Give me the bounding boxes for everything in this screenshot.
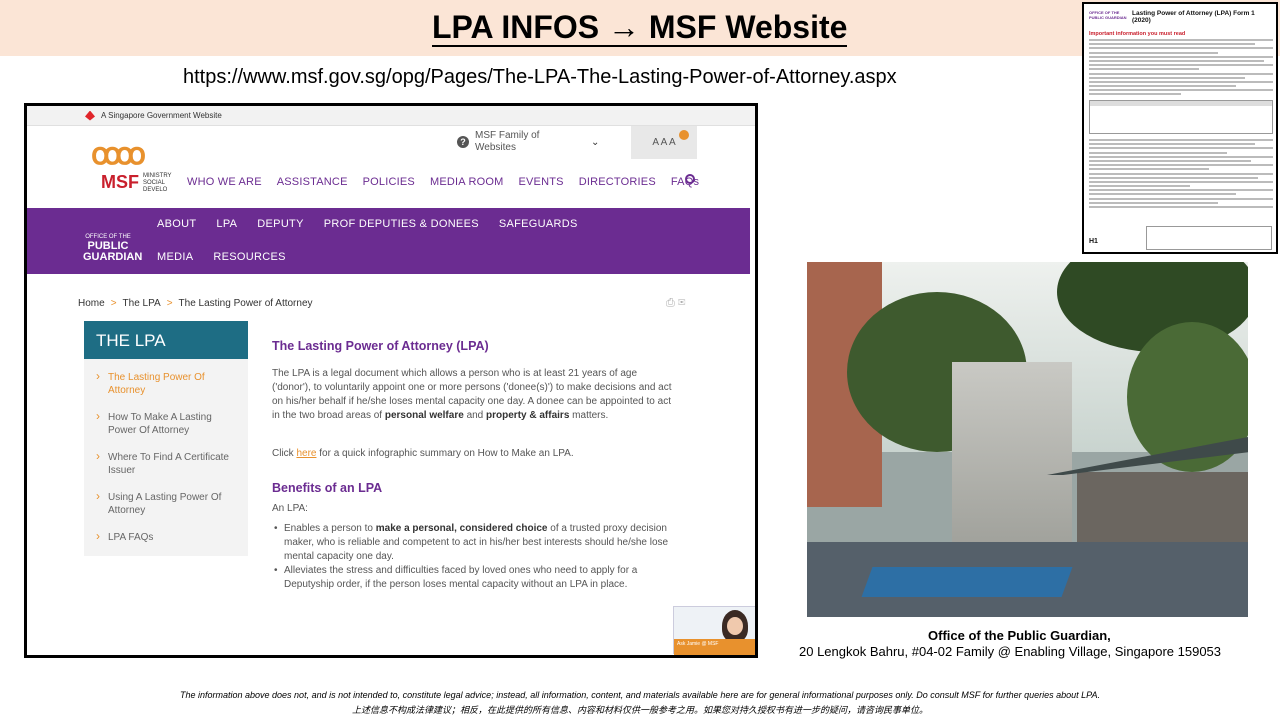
msf-logo-subtext: MINISTRY SOCIAL DEVELO (143, 173, 172, 193)
form-important-heading: Important information you must read (1089, 31, 1186, 37)
subnav-item[interactable]: PROF DEPUTIES & DONEES (324, 218, 479, 230)
email-icon[interactable]: ✉ (678, 297, 686, 309)
opg-logo-big: PUBLIC GUARDIAN (83, 240, 143, 263)
subnav-item[interactable]: RESOURCES (213, 251, 285, 263)
main-nav: WHO WE ARE ASSISTANCE POLICIES MEDIA ROO… (187, 176, 714, 188)
sidebar-item-lasting-power[interactable]: The Lasting Power Of Attorney (96, 370, 242, 397)
sidebar-item-how-to-make[interactable]: How To Make A Lasting Power Of Attorney (96, 410, 242, 437)
benefit-item: Enables a person to make a personal, con… (272, 522, 672, 564)
gov-banner-text: A Singapore Government Website (101, 111, 222, 120)
nav-item[interactable]: DIRECTORIES (579, 176, 656, 188)
slide-title: LPA INFOS → MSF Website (432, 9, 848, 47)
form-signature-box (1146, 226, 1272, 250)
intro-bold-2: property & affairs (486, 410, 570, 421)
sidebar-item-using-lpa[interactable]: Using A Lasting Power Of Attorney (96, 490, 242, 517)
lion-head-icon (85, 110, 95, 121)
click-rest: for a quick infographic summary on How t… (319, 448, 574, 459)
benefit-item: Alleviates the stress and difficulties f… (272, 564, 672, 592)
nav-item[interactable]: POLICIES (363, 176, 415, 188)
breadcrumb: Home > The LPA > The Lasting Power of Attorn… (78, 298, 313, 309)
benefits-list: Enables a person to make a personal, con… (272, 522, 672, 592)
msf-logo[interactable]: ꝏꝏ MSF MINISTRY SOCIAL DEVELO (91, 138, 171, 198)
subnav-item[interactable]: ABOUT (157, 218, 196, 230)
subnav-item[interactable]: SAFEGUARDS (499, 218, 578, 230)
nav-item[interactable]: WHO WE ARE (187, 176, 262, 188)
breadcrumb-home[interactable]: Home (78, 298, 105, 309)
intro-and: and (466, 410, 484, 421)
subnav-item[interactable]: MEDIA (157, 251, 193, 263)
msf-logo-rings-icon: ꝏꝏ (91, 138, 146, 171)
subnav-item[interactable]: LPA (216, 218, 237, 230)
an-lpa-label: An LPA: (272, 503, 308, 514)
opg-sub-nav: ABOUT LPA DEPUTY PROF DEPUTIES & DONEES … (157, 218, 637, 263)
form-table (1089, 100, 1273, 134)
page-tools: ⎙ ✉ (666, 297, 685, 310)
sidebar-item-certificate-issuer[interactable]: Where To Find A Certificate Issuer (96, 450, 242, 477)
nav-item[interactable]: EVENTS (518, 176, 563, 188)
ask-jamie-label: Ask Jamie @ MSF (674, 639, 755, 655)
form-text-lines-2 (1089, 139, 1273, 210)
form-office-label: OFFICE OF THE PUBLIC GUARDIAN (1089, 10, 1127, 20)
slide: LPA INFOS → MSF Website https://www.msf.… (0, 0, 1280, 720)
office-photo (807, 262, 1248, 617)
gov-banner: A Singapore Government Website (27, 106, 755, 126)
infographic-link[interactable]: here (296, 448, 316, 459)
slide-url: https://www.msf.gov.sg/opg/Pages/The-LPA… (183, 66, 897, 88)
subnav-item[interactable]: DEPUTY (257, 218, 303, 230)
notification-icon[interactable] (679, 130, 689, 140)
breadcrumb-separator-icon: > (166, 298, 173, 309)
opg-logo[interactable]: OFFICE OF THE PUBLIC GUARDIAN (83, 234, 143, 263)
form-text-lines (1089, 39, 1273, 98)
sidebar-list: The Lasting Power Of Attorney How To Mak… (84, 359, 248, 544)
form-tag: H1 (1089, 238, 1098, 245)
sidebar-item-faqs[interactable]: LPA FAQs (96, 530, 242, 544)
intro-bold-1: personal welfare (384, 410, 464, 421)
lpa-form-thumbnail: OFFICE OF THE PUBLIC GUARDIAN Lasting Po… (1082, 2, 1278, 254)
disclaimer-chinese: 上述信息不构成法律建议；相反，在此提供的所有信息、内容和材料仅供一般参考之用。如… (351, 705, 928, 715)
disclaimer-english: The information above does not, and is n… (179, 690, 1101, 700)
main-content: The Lasting Power of Attorney (LPA) The … (272, 339, 672, 592)
nav-item[interactable]: MEDIA ROOM (430, 176, 504, 188)
msf-website-screenshot: A Singapore Government Website ꝏꝏ MSF MI… (24, 103, 758, 658)
click-paragraph: Click here for a quick infographic summa… (272, 447, 672, 461)
breadcrumb-lpa[interactable]: The LPA (123, 298, 161, 309)
content-heading: The Lasting Power of Attorney (LPA) (272, 339, 489, 353)
site-header: ꝏꝏ MSF MINISTRY SOCIAL DEVELO ? MSF Fami… (27, 126, 755, 208)
opg-nav-bar: OFFICE OF THE PUBLIC GUARDIAN ABOUT LPA … (27, 208, 750, 274)
benefit-1-bold: make a personal, considered choice (375, 523, 548, 534)
ask-jamie-widget[interactable]: Ask Jamie @ MSF (673, 606, 755, 655)
photo-caption-address: 20 Lengkok Bahru, #04-02 Family @ Enabli… (799, 644, 1222, 659)
photo-caption-title: Office of the Public Guardian, (928, 628, 1111, 643)
nav-item[interactable]: ASSISTANCE (277, 176, 348, 188)
click-text: Click (272, 448, 294, 459)
breadcrumb-separator-icon: > (110, 298, 117, 309)
photo-parking-lot (861, 567, 1073, 597)
msf-logo-text: MSF (101, 172, 139, 192)
photo-mural-wall (952, 362, 1072, 557)
breadcrumb-current: The Lasting Power of Attorney (178, 298, 313, 309)
family-websites-link[interactable]: MSF Family of Websites (475, 130, 555, 154)
help-icon[interactable]: ? (457, 136, 469, 148)
header-tools: ? MSF Family of Websites ⌄ (457, 130, 599, 154)
sidebar-title: THE LPA (84, 321, 248, 359)
benefits-heading: Benefits of an LPA (272, 481, 383, 495)
search-icon[interactable] (685, 174, 695, 184)
intro-paragraph: The LPA is a legal document which allows… (272, 367, 672, 423)
chevron-down-icon[interactable]: ⌄ (591, 137, 599, 148)
sidebar: THE LPA The Lasting Power Of Attorney Ho… (84, 321, 248, 556)
intro-end: matters. (572, 410, 609, 421)
benefit-1-pre: Enables a person to (284, 523, 373, 534)
jamie-avatar-face (727, 617, 743, 635)
print-icon[interactable]: ⎙ (666, 297, 675, 309)
form-title: Lasting Power of Attorney (LPA) Form 1 (… (1132, 10, 1255, 24)
